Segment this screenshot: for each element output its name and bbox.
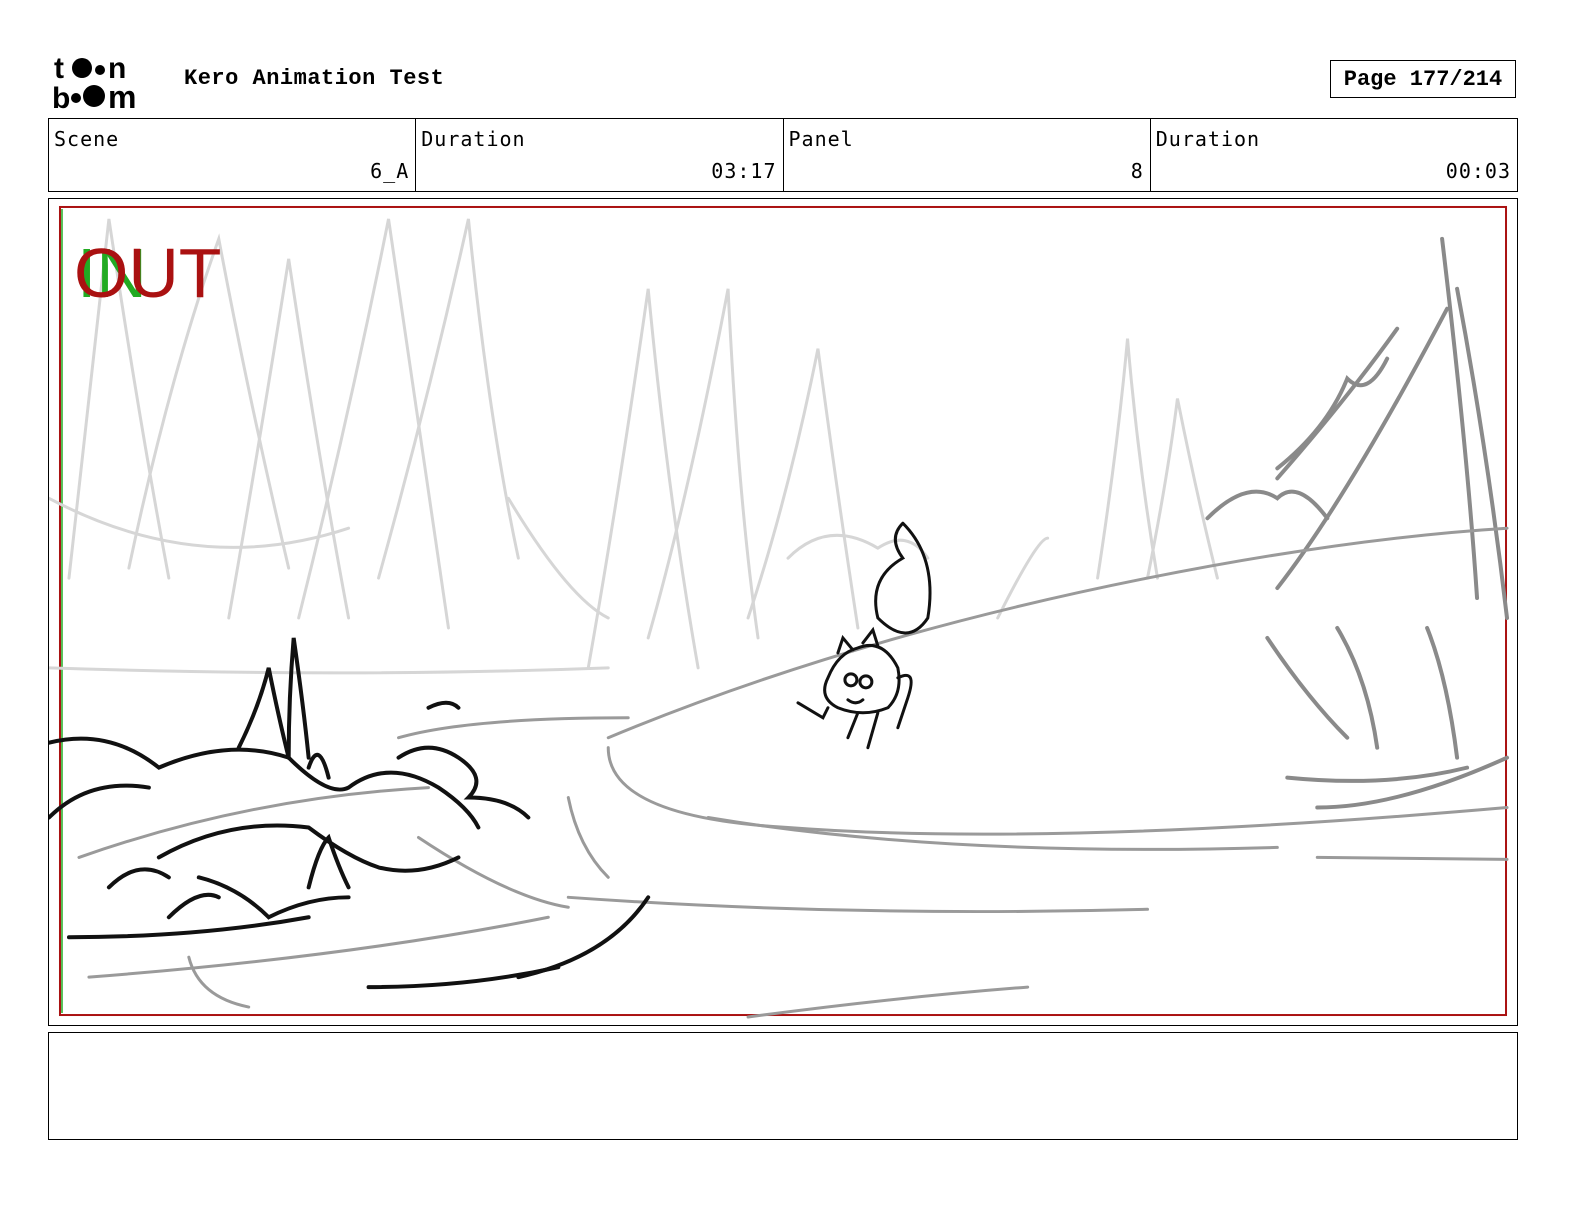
svg-text:m: m [108,79,136,112]
scene-duration-cell: Duration 03:17 [416,119,784,191]
scene-info-table: Scene 6_A Duration 03:17 Panel 8 Duratio… [48,118,1518,192]
scene-duration-value: 03:17 [711,159,777,183]
toonboom-logo: t n b m [52,52,136,112]
panel-duration-value: 00:03 [1445,159,1511,183]
panel-value: 8 [1130,159,1144,183]
scene-cell: Scene 6_A [49,119,417,191]
page-number: Page 177/214 [1330,60,1516,98]
panel-duration-label: Duration [1155,127,1261,151]
scene-value: 6_A [370,159,410,183]
panel-duration-cell: Duration 00:03 [1151,119,1517,191]
panel-label: Panel [788,127,854,151]
storyboard-panel: IN OUT [48,198,1518,1026]
panel-cell: Panel 8 [784,119,1151,191]
panel-notes-box [48,1032,1518,1140]
panel-sketch: IN OUT [49,205,1510,1019]
document-title: Kero Animation Test [184,66,445,91]
svg-text:t: t [54,52,64,85]
svg-text:b: b [52,82,70,112]
scene-duration-label: Duration [421,127,526,151]
scene-label: Scene [54,127,120,151]
out-marker: OUT [74,234,222,312]
